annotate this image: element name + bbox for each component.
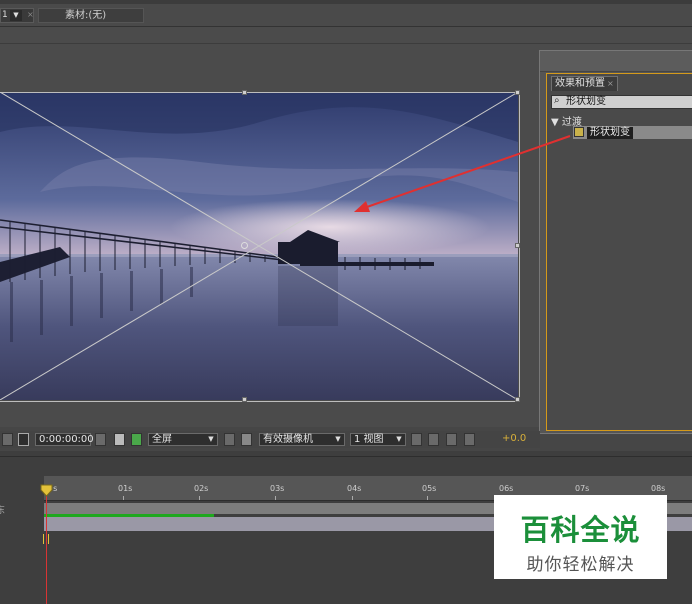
tick-mark [352,496,353,500]
timeline-header [0,451,692,488]
effect-item-shape-wipe[interactable]: 形状划变 [573,126,692,139]
view-layout-value: 1 视图 [354,434,384,445]
grid-icon[interactable] [2,433,13,446]
tick-mark [123,496,124,500]
tick-label: 03s [270,484,285,493]
close-icon[interactable]: × [27,10,34,19]
chevron-down-icon[interactable]: ▼ [10,10,22,21]
effects-panel-body: 效果和预置 × ⌕ 形状划变 ▼ 过渡 形状划变 [546,73,692,431]
annotation-arrow [354,135,571,212]
transparency-grid-icon[interactable] [241,433,252,446]
transform-handle-top-right[interactable] [515,90,520,95]
viewer-divider [0,43,692,44]
layer-name-label: 东 [0,506,6,516]
color-channels-icon[interactable] [131,433,142,446]
camera-value: 有效摄像机 [263,434,313,445]
effects-search-input[interactable]: ⌕ 形状划变 [551,95,692,109]
flowchart-icon[interactable] [464,433,475,446]
transform-handle-top[interactable] [242,90,247,95]
effect-item-label: 形状划变 [587,127,633,139]
timecode-field[interactable]: 0:00:00:00 [35,433,94,446]
tick-label: 04s [347,484,362,493]
tick-label: 01s [118,484,133,493]
resolution-select[interactable]: 全屏 ▼ [148,433,218,446]
search-icon: ⌕ [554,95,560,106]
timeline-icon[interactable] [446,433,457,446]
anchor-point-icon[interactable] [241,242,248,249]
show-snapshot-icon[interactable] [114,433,125,446]
tick-label: 05s [422,484,437,493]
camera-snapshot-icon[interactable] [95,433,106,446]
tick-mark [199,496,200,500]
tick-label: 06s [499,484,514,493]
tick-mark [427,496,428,500]
watermark-subtitle: 助你轻松解决 [526,555,635,575]
watermark: 百科全说 助你轻松解决 [494,495,667,579]
chevron-down-icon: ▼ [335,435,341,443]
viewer-toolbar: 0:00:00:00 全屏 ▼ 有效摄像机 ▼ 1 视图 ▼ +0.0 [0,431,540,448]
close-icon[interactable]: × [607,79,614,88]
transform-handle-bottom-right[interactable] [515,397,520,402]
tick-label: 07s [575,484,590,493]
camera-select[interactable]: 有效摄像机 ▼ [259,433,345,446]
effects-presets-panel: 效果和预置 × ⌕ 形状划变 ▼ 过渡 形状划变 [539,50,692,434]
top-tab-strip: 1 ▼ × 素材:(无) [0,0,692,27]
search-value: 形状划变 [566,96,606,107]
fast-preview-render-icon[interactable] [428,433,439,446]
tick-label: 08s [651,484,666,493]
view-layout-select[interactable]: 1 视图 ▼ [350,433,406,446]
transform-handle-bottom[interactable] [242,397,247,402]
tick-label: 02s [194,484,209,493]
menu-strip [0,0,692,4]
panel-header [540,51,692,72]
keyframe-marker-icon[interactable] [43,534,49,544]
fast-previews-icon[interactable] [224,433,235,446]
chevron-down-icon: ▼ [208,435,214,443]
toggle-pixel-aspect-icon[interactable] [411,433,422,446]
exposure-value[interactable]: +0.0 [502,433,526,446]
resolution-value: 全屏 [152,434,172,445]
composition-tab-number: 1 [2,10,8,20]
transform-handle-right[interactable] [515,243,520,248]
composition-tab[interactable]: 1 ▼ × [0,8,34,23]
tick-mark [275,496,276,500]
chevron-down-icon: ▼ [396,435,402,443]
tab-effects-presets[interactable]: 效果和预置 × [551,76,618,91]
playhead-line[interactable] [46,485,47,604]
watermark-title: 百科全说 [520,513,641,547]
divider [0,456,692,457]
footage-tab[interactable]: 素材:(无) [38,8,144,23]
tab-effects-label: 效果和预置 [555,78,605,89]
current-time-indicator-icon[interactable] [40,484,53,497]
region-of-interest-icon[interactable] [18,433,29,446]
reset-exposure-icon[interactable] [484,433,495,446]
